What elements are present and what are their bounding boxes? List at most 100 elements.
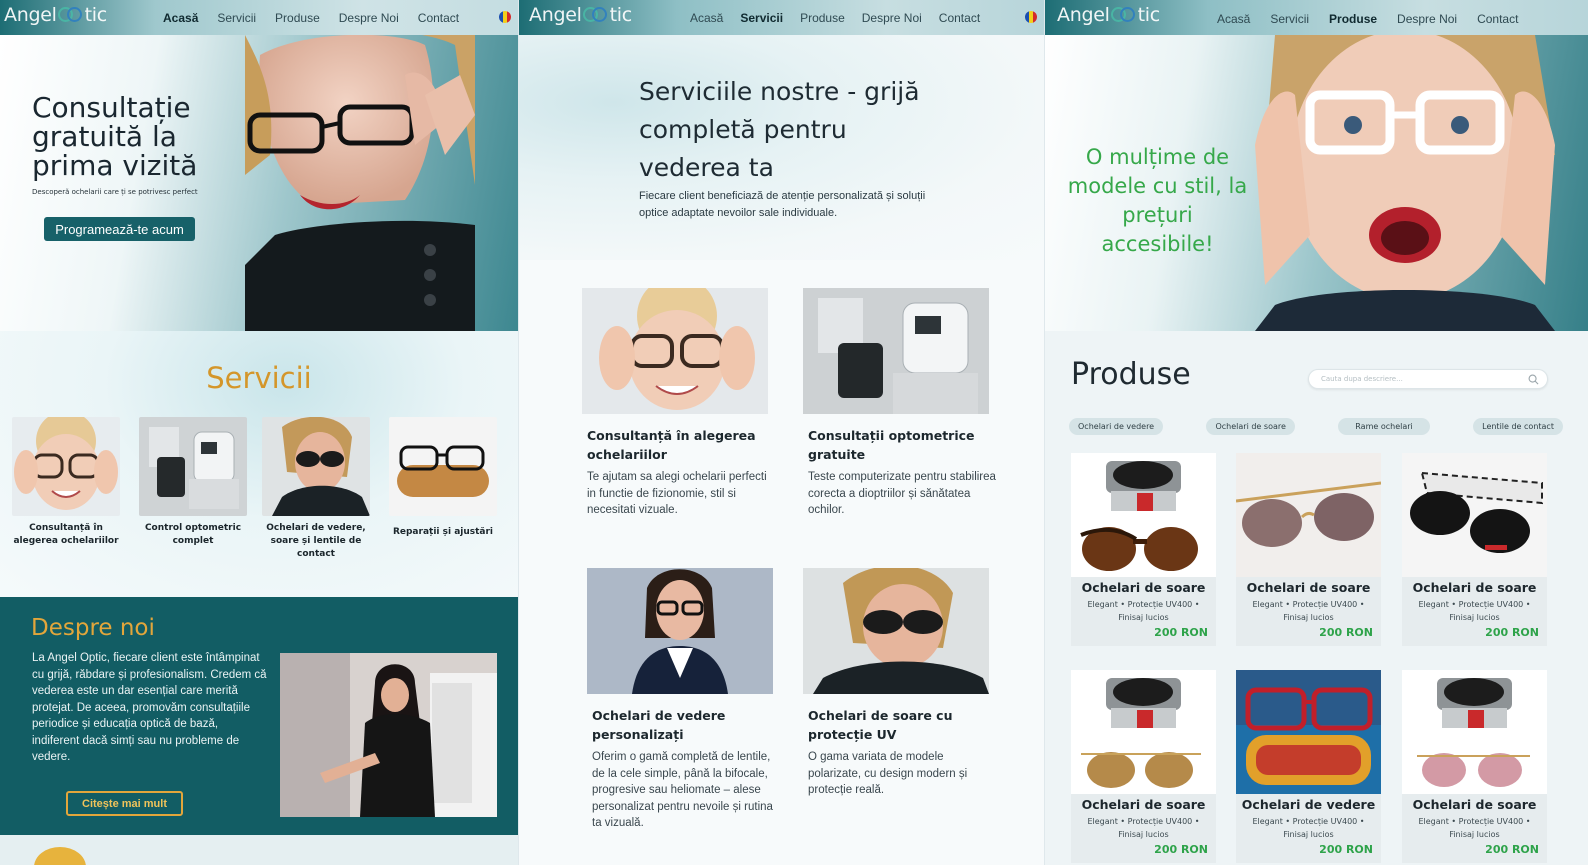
nav-about[interactable]: Despre Noi bbox=[1397, 12, 1457, 26]
service-card-optometry[interactable]: Control optometric complet bbox=[139, 417, 247, 548]
nav-products[interactable]: Produse bbox=[275, 11, 320, 25]
service-card-title: Consultanță în alegerea ochelariilor bbox=[587, 428, 756, 462]
product-card[interactable]: Ochelari de vedere Elegant • Protecție U… bbox=[1236, 670, 1381, 863]
product-price: 200 RON bbox=[1485, 843, 1539, 856]
hero-title: Consultație gratuită la prima vizită bbox=[32, 91, 198, 182]
nav-products[interactable]: Produse bbox=[1329, 12, 1377, 26]
main-menu: Acasă Servicii Produse Despre Noi Contac… bbox=[163, 11, 459, 25]
product-card[interactable]: Ochelari de soare Elegant • Protecție UV… bbox=[1071, 453, 1216, 646]
service-caption: Consultanță în alegerea ochelariilor bbox=[13, 523, 119, 546]
hero-subtitle: Descoperă ochelarii care ți se potrivesc… bbox=[32, 188, 198, 196]
service-card-prescription[interactable]: Ochelari de vedere personalizați Oferim … bbox=[587, 568, 797, 832]
search-icon[interactable] bbox=[1528, 374, 1539, 385]
service-caption: Reparații și ajustări bbox=[392, 527, 494, 537]
woman-sunglasses-image bbox=[803, 568, 989, 694]
product-image bbox=[1402, 670, 1547, 794]
services-title: Servicii bbox=[206, 361, 312, 395]
home-page: Angel tic Acasă Servicii Produse Despre … bbox=[0, 0, 518, 865]
product-title: Ochelari de soare bbox=[1081, 797, 1206, 812]
about-text: La Angel Optic, fiecare client este întâ… bbox=[32, 652, 267, 763]
service-card-consulting[interactable]: Consultanță în alegerea ochelariilor bbox=[12, 417, 120, 548]
service-card-title: Ochelari de soare cu protecție UV bbox=[808, 708, 953, 742]
site-logo[interactable]: Angel tic bbox=[529, 4, 632, 26]
nav-home[interactable]: Acasă bbox=[690, 11, 723, 25]
search-input[interactable]: Cauta dupa descriere... bbox=[1308, 369, 1548, 389]
navbar: Angel tic Acasă Servicii Produse Despre … bbox=[519, 0, 1044, 35]
product-price: 200 RON bbox=[1154, 626, 1208, 639]
nav-about[interactable]: Despre Noi bbox=[862, 11, 922, 25]
nav-services[interactable]: Servicii bbox=[1270, 12, 1309, 26]
book-appointment-button[interactable]: Programează-te acum bbox=[44, 217, 195, 241]
filter-eyeglasses[interactable]: Ochelari de vedere bbox=[1069, 418, 1164, 435]
logo-text-right: tic bbox=[1137, 4, 1161, 26]
product-price: 200 RON bbox=[1319, 626, 1373, 639]
read-more-button[interactable]: Citește mai mult bbox=[66, 791, 183, 816]
hero-woman-glasses-image bbox=[245, 35, 475, 331]
language-flag-icon[interactable] bbox=[499, 11, 511, 23]
language-flag-icon[interactable] bbox=[1025, 11, 1037, 23]
service-card-sunglasses[interactable]: Ochelari de soare cu protecție UV O gama… bbox=[803, 568, 1013, 799]
product-card[interactable]: Ochelari de soare Elegant • Protecție UV… bbox=[1236, 453, 1381, 646]
product-image bbox=[1402, 453, 1547, 577]
nav-products[interactable]: Produse bbox=[800, 11, 845, 25]
navbar: Angel tic Acasă Servicii Produse Despre … bbox=[0, 0, 518, 35]
service-card-title: Consultații optometrice gratuite bbox=[808, 428, 975, 462]
product-title: Ochelari de soare bbox=[1246, 580, 1371, 595]
service-card-consulting[interactable]: Consultanță în alegerea ochelariilor Te … bbox=[582, 288, 792, 519]
products-hero-title: O mulțime de modele cu stil, la prețuri … bbox=[1067, 145, 1248, 256]
child-glasses-image bbox=[12, 417, 120, 516]
logo-text-left: Angel bbox=[1057, 4, 1110, 26]
nav-services[interactable]: Servicii bbox=[740, 11, 783, 25]
nav-about[interactable]: Despre Noi bbox=[339, 11, 399, 25]
service-card-title: Ochelari de vedere personalizați bbox=[592, 708, 726, 742]
child-glasses-image bbox=[582, 288, 768, 414]
filter-sunglasses[interactable]: Ochelari de soare bbox=[1206, 418, 1295, 435]
nav-home[interactable]: Acasă bbox=[163, 11, 198, 25]
product-description: Elegant • Protecție UV400 • Finisaj luci… bbox=[1252, 817, 1365, 839]
product-card[interactable]: Ochelari de soare Elegant • Protecție UV… bbox=[1402, 670, 1547, 863]
filter-frames[interactable]: Rame ochelari bbox=[1338, 418, 1430, 435]
site-logo[interactable]: Angel tic bbox=[4, 4, 107, 26]
service-card-optometry[interactable]: Consultații optometrice gratuite Teste c… bbox=[803, 288, 1013, 519]
product-card[interactable]: Ochelari de soare Elegant • Protecție UV… bbox=[1402, 453, 1547, 646]
product-image bbox=[1236, 670, 1381, 794]
service-card-glasses[interactable]: Ochelari de vedere, soare și lentile de … bbox=[262, 417, 370, 561]
service-card-text: Oferim o gamă completă de lentile, de la… bbox=[592, 751, 773, 829]
service-caption: Ochelari de vedere, soare și lentile de … bbox=[266, 523, 366, 559]
nav-contact[interactable]: Contact bbox=[418, 11, 459, 25]
product-price: 200 RON bbox=[1485, 626, 1539, 639]
product-price: 200 RON bbox=[1154, 843, 1208, 856]
footer-strip bbox=[0, 835, 518, 865]
logo-glasses-icon bbox=[57, 5, 84, 25]
main-menu: Acasă Servicii Produse Despre Noi Contac… bbox=[1217, 12, 1518, 26]
search-placeholder: Cauta dupa descriere... bbox=[1321, 375, 1403, 383]
products-title: Produse bbox=[1071, 357, 1191, 392]
decorative-circle bbox=[34, 847, 86, 865]
site-logo[interactable]: Angel tic bbox=[1057, 4, 1160, 26]
service-caption: Control optometric complet bbox=[144, 523, 242, 546]
product-description: Elegant • Protecție UV400 • Finisaj luci… bbox=[1418, 817, 1531, 839]
logo-text-left: Angel bbox=[4, 4, 57, 26]
nav-home[interactable]: Acasă bbox=[1217, 12, 1250, 26]
logo-text-right: tic bbox=[84, 4, 108, 26]
product-title: Ochelari de vedere bbox=[1241, 797, 1376, 812]
product-image bbox=[1071, 453, 1216, 577]
woman-sunglasses-image bbox=[262, 417, 370, 516]
product-card[interactable]: Ochelari de soare Elegant • Protecție UV… bbox=[1071, 670, 1216, 863]
businesswoman-glasses-image bbox=[587, 568, 773, 694]
nav-contact[interactable]: Contact bbox=[1477, 12, 1518, 26]
product-description: Elegant • Protecție UV400 • Finisaj luci… bbox=[1252, 600, 1365, 622]
services-hero: Serviciile nostre - grijă completă pentr… bbox=[519, 35, 1044, 260]
hero-section: Consultație gratuită la prima vizită Des… bbox=[0, 35, 518, 331]
service-card-repairs[interactable]: Reparații și ajustări bbox=[389, 417, 497, 539]
category-filters: Ochelari de vedere Ochelari de soare Ram… bbox=[1069, 418, 1563, 435]
optometry-machine-image bbox=[139, 417, 247, 516]
nav-contact[interactable]: Contact bbox=[939, 11, 980, 25]
services-hero-subtitle: Fiecare client beneficiază de atenție pe… bbox=[639, 190, 926, 219]
service-card-text: Te ajutam sa alegi ochelarii perfecti in… bbox=[587, 471, 767, 516]
filter-contact-lenses[interactable]: Lentile de contact bbox=[1473, 418, 1563, 435]
store-owner-image bbox=[280, 653, 497, 817]
nav-services[interactable]: Servicii bbox=[217, 11, 256, 25]
about-section: Despre noi La Angel Optic, fiecare clien… bbox=[0, 597, 518, 835]
optometry-machine-image bbox=[803, 288, 989, 414]
